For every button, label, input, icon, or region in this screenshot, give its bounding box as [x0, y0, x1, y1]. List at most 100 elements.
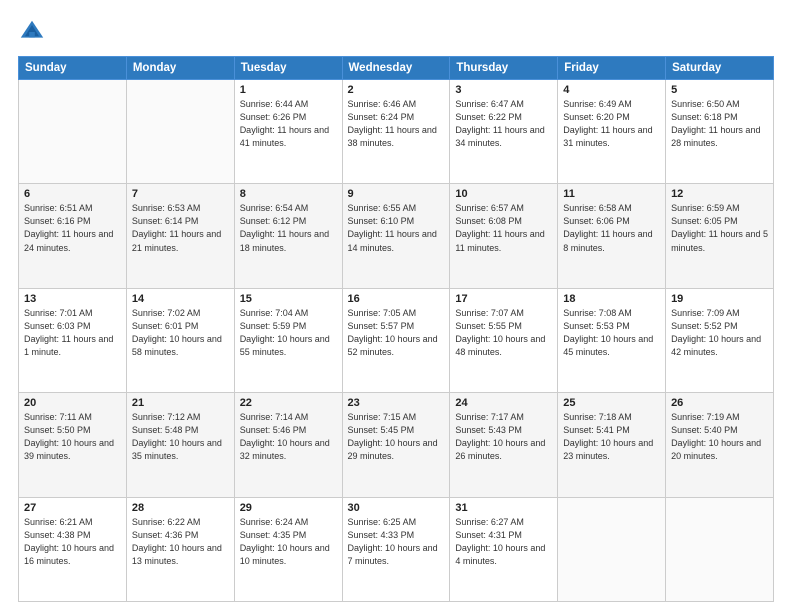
cell-content: Sunrise: 7:14 AM Sunset: 5:46 PM Dayligh… — [240, 411, 337, 463]
cell-content: Sunrise: 6:25 AM Sunset: 4:33 PM Dayligh… — [348, 516, 445, 568]
calendar-cell: 10 Sunrise: 6:57 AM Sunset: 6:08 PM Dayli… — [450, 184, 558, 288]
cell-content: Sunrise: 7:01 AM Sunset: 6:03 PM Dayligh… — [24, 307, 121, 359]
calendar-cell: 9 Sunrise: 6:55 AM Sunset: 6:10 PM Daylig… — [342, 184, 450, 288]
calendar-cell: 29Sunrise: 6:24 AM Sunset: 4:35 PM Dayli… — [234, 497, 342, 601]
calendar-cell: 8 Sunrise: 6:54 AM Sunset: 6:12 PM Daylig… — [234, 184, 342, 288]
cell-content: Sunrise: 6:27 AM Sunset: 4:31 PM Dayligh… — [455, 516, 552, 568]
calendar-table: SundayMondayTuesdayWednesdayThursdayFrid… — [18, 56, 774, 602]
calendar-cell: 21Sunrise: 7:12 AM Sunset: 5:48 PM Dayli… — [126, 393, 234, 497]
calendar-cell — [126, 80, 234, 184]
day-number: 5 — [671, 84, 768, 96]
cell-content: Sunrise: 6:22 AM Sunset: 4:36 PM Dayligh… — [132, 516, 229, 568]
cell-content: Sunrise: 7:09 AM Sunset: 5:52 PM Dayligh… — [671, 307, 768, 359]
day-number: 18 — [563, 293, 660, 305]
calendar-cell: 1Sunrise: 6:44 AM Sunset: 6:26 PM Daylig… — [234, 80, 342, 184]
calendar-cell: 3Sunrise: 6:47 AM Sunset: 6:22 PM Daylig… — [450, 80, 558, 184]
day-number: 12 — [671, 188, 768, 200]
day-number: 9 — [348, 188, 445, 200]
day-number: 25 — [563, 397, 660, 409]
calendar-cell: 20 Sunrise: 7:11 AM Sunset: 5:50 PM Dayli… — [19, 393, 127, 497]
calendar-cell — [558, 497, 666, 601]
page: SundayMondayTuesdayWednesdayThursdayFrid… — [0, 0, 792, 612]
cell-content: Sunrise: 6:55 AM Sunset: 6:10 PM Dayligh… — [348, 202, 445, 254]
column-header-sunday: Sunday — [19, 57, 127, 80]
header — [18, 18, 774, 46]
cell-content: Sunrise: 6:46 AM Sunset: 6:24 PM Dayligh… — [348, 98, 445, 150]
day-number: 6 — [24, 188, 121, 200]
cell-content: Sunrise: 6:49 AM Sunset: 6:20 PM Dayligh… — [563, 98, 660, 150]
calendar-cell: 12 Sunrise: 6:59 AM Sunset: 6:05 PM Dayli… — [666, 184, 774, 288]
day-number: 3 — [455, 84, 552, 96]
cell-content: Sunrise: 7:02 AM Sunset: 6:01 PM Dayligh… — [132, 307, 229, 359]
cell-content: Sunrise: 6:58 AM Sunset: 6:06 PM Dayligh… — [563, 202, 660, 254]
logo — [18, 18, 50, 46]
day-number: 2 — [348, 84, 445, 96]
calendar-cell: 4 Sunrise: 6:49 AM Sunset: 6:20 PM Daylig… — [558, 80, 666, 184]
day-number: 7 — [132, 188, 229, 200]
calendar-header-row: SundayMondayTuesdayWednesdayThursdayFrid… — [19, 57, 774, 80]
day-number: 13 — [24, 293, 121, 305]
column-header-saturday: Saturday — [666, 57, 774, 80]
calendar-week-4: 20 Sunrise: 7:11 AM Sunset: 5:50 PM Dayli… — [19, 393, 774, 497]
cell-content: Sunrise: 7:04 AM Sunset: 5:59 PM Dayligh… — [240, 307, 337, 359]
day-number: 22 — [240, 397, 337, 409]
calendar-week-3: 13 Sunrise: 7:01 AM Sunset: 6:03 PM Dayli… — [19, 288, 774, 392]
calendar-cell: 5Sunrise: 6:50 AM Sunset: 6:18 PM Daylig… — [666, 80, 774, 184]
calendar-cell: 19Sunrise: 7:09 AM Sunset: 5:52 PM Dayli… — [666, 288, 774, 392]
calendar-cell: 23Sunrise: 7:15 AM Sunset: 5:45 PM Dayli… — [342, 393, 450, 497]
calendar-cell: 30 Sunrise: 6:25 AM Sunset: 4:33 PM Dayli… — [342, 497, 450, 601]
column-header-wednesday: Wednesday — [342, 57, 450, 80]
cell-content: Sunrise: 7:05 AM Sunset: 5:57 PM Dayligh… — [348, 307, 445, 359]
day-number: 27 — [24, 502, 121, 514]
day-number: 26 — [671, 397, 768, 409]
logo-icon — [18, 18, 46, 46]
calendar-cell: 7 Sunrise: 6:53 AM Sunset: 6:14 PM Daylig… — [126, 184, 234, 288]
calendar-week-1: 1Sunrise: 6:44 AM Sunset: 6:26 PM Daylig… — [19, 80, 774, 184]
cell-content: Sunrise: 7:08 AM Sunset: 5:53 PM Dayligh… — [563, 307, 660, 359]
day-number: 8 — [240, 188, 337, 200]
day-number: 20 — [24, 397, 121, 409]
cell-content: Sunrise: 6:59 AM Sunset: 6:05 PM Dayligh… — [671, 202, 768, 254]
day-number: 17 — [455, 293, 552, 305]
calendar-cell: 14 Sunrise: 7:02 AM Sunset: 6:01 PM Dayli… — [126, 288, 234, 392]
calendar-cell: 18 Sunrise: 7:08 AM Sunset: 5:53 PM Dayli… — [558, 288, 666, 392]
calendar-cell: 11 Sunrise: 6:58 AM Sunset: 6:06 PM Dayli… — [558, 184, 666, 288]
cell-content: Sunrise: 6:51 AM Sunset: 6:16 PM Dayligh… — [24, 202, 121, 254]
day-number: 4 — [563, 84, 660, 96]
day-number: 31 — [455, 502, 552, 514]
cell-content: Sunrise: 6:53 AM Sunset: 6:14 PM Dayligh… — [132, 202, 229, 254]
day-number: 14 — [132, 293, 229, 305]
cell-content: Sunrise: 7:11 AM Sunset: 5:50 PM Dayligh… — [24, 411, 121, 463]
day-number: 1 — [240, 84, 337, 96]
day-number: 28 — [132, 502, 229, 514]
cell-content: Sunrise: 7:07 AM Sunset: 5:55 PM Dayligh… — [455, 307, 552, 359]
day-number: 10 — [455, 188, 552, 200]
column-header-tuesday: Tuesday — [234, 57, 342, 80]
calendar-cell: 22 Sunrise: 7:14 AM Sunset: 5:46 PM Dayli… — [234, 393, 342, 497]
cell-content: Sunrise: 6:57 AM Sunset: 6:08 PM Dayligh… — [455, 202, 552, 254]
day-number: 11 — [563, 188, 660, 200]
day-number: 15 — [240, 293, 337, 305]
cell-content: Sunrise: 6:54 AM Sunset: 6:12 PM Dayligh… — [240, 202, 337, 254]
calendar-cell: 26 Sunrise: 7:19 AM Sunset: 5:40 PM Dayli… — [666, 393, 774, 497]
calendar-week-5: 27Sunrise: 6:21 AM Sunset: 4:38 PM Dayli… — [19, 497, 774, 601]
column-header-friday: Friday — [558, 57, 666, 80]
calendar-cell: 31 Sunrise: 6:27 AM Sunset: 4:31 PM Dayli… — [450, 497, 558, 601]
day-number: 16 — [348, 293, 445, 305]
day-number: 29 — [240, 502, 337, 514]
calendar-cell: 24Sunrise: 7:17 AM Sunset: 5:43 PM Dayli… — [450, 393, 558, 497]
calendar-cell — [19, 80, 127, 184]
day-number: 21 — [132, 397, 229, 409]
cell-content: Sunrise: 7:17 AM Sunset: 5:43 PM Dayligh… — [455, 411, 552, 463]
calendar-cell: 16 Sunrise: 7:05 AM Sunset: 5:57 PM Dayli… — [342, 288, 450, 392]
cell-content: Sunrise: 7:19 AM Sunset: 5:40 PM Dayligh… — [671, 411, 768, 463]
day-number: 30 — [348, 502, 445, 514]
calendar-cell: 15 Sunrise: 7:04 AM Sunset: 5:59 PM Dayli… — [234, 288, 342, 392]
calendar-cell: 2 Sunrise: 6:46 AM Sunset: 6:24 PM Daylig… — [342, 80, 450, 184]
calendar-body: 1Sunrise: 6:44 AM Sunset: 6:26 PM Daylig… — [19, 80, 774, 602]
calendar-cell: 6 Sunrise: 6:51 AM Sunset: 6:16 PM Daylig… — [19, 184, 127, 288]
calendar-week-2: 6 Sunrise: 6:51 AM Sunset: 6:16 PM Daylig… — [19, 184, 774, 288]
column-header-thursday: Thursday — [450, 57, 558, 80]
calendar-cell: 28 Sunrise: 6:22 AM Sunset: 4:36 PM Dayli… — [126, 497, 234, 601]
calendar-cell: 13 Sunrise: 7:01 AM Sunset: 6:03 PM Dayli… — [19, 288, 127, 392]
